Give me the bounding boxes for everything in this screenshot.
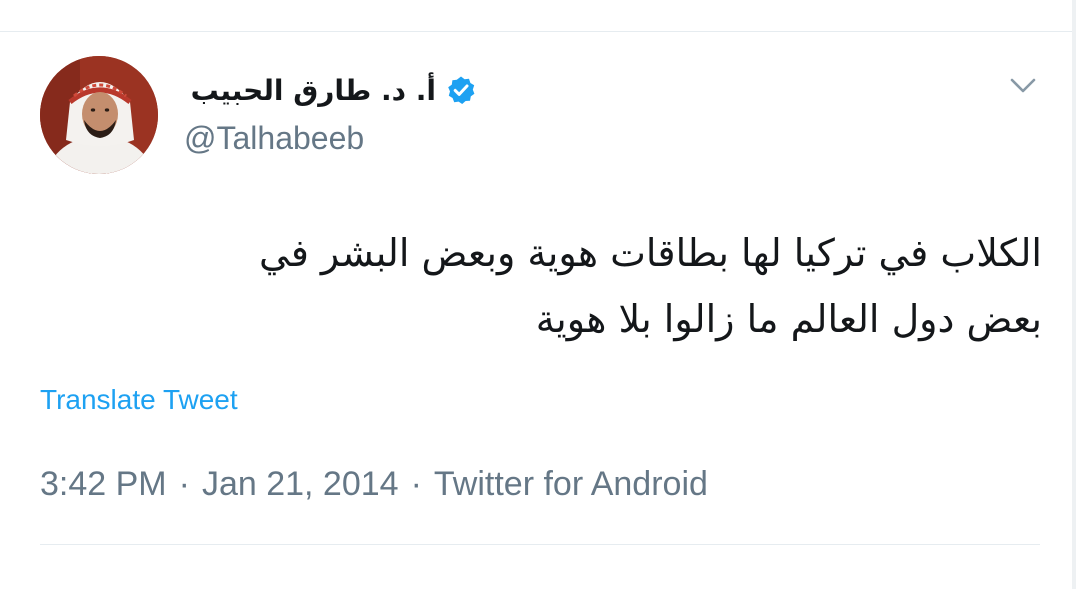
tweet-metadata: 3:42 PM · Jan 21, 2014 · Twitter for And… bbox=[40, 462, 708, 506]
top-divider bbox=[0, 31, 1076, 32]
bottom-divider bbox=[40, 544, 1040, 545]
tweet-text-line: بعض دول العالم ما زالوا بلا هوية bbox=[535, 297, 1042, 341]
avatar-photo bbox=[40, 56, 158, 174]
tweet-date[interactable]: Jan 21, 2014 bbox=[202, 465, 399, 504]
scroll-edge bbox=[1072, 0, 1076, 589]
tweet-source-link[interactable]: Twitter for Android bbox=[434, 465, 708, 504]
avatar[interactable] bbox=[40, 56, 158, 174]
display-name-row[interactable]: أ. د. طارق الحبيب bbox=[184, 68, 476, 112]
separator-dot: · bbox=[410, 464, 422, 503]
tweet-text-line: الكلاب في تركيا لها بطاقات هوية وبعض الب… bbox=[259, 231, 1042, 275]
verified-badge-icon bbox=[446, 75, 476, 105]
tweet-text: الكلاب في تركيا لها بطاقات هوية وبعض الب… bbox=[70, 220, 1042, 352]
display-name[interactable]: أ. د. طارق الحبيب bbox=[191, 74, 436, 107]
separator-dot: · bbox=[178, 464, 190, 503]
tweet-time[interactable]: 3:42 PM bbox=[40, 465, 167, 504]
chevron-down-icon[interactable] bbox=[1007, 72, 1039, 100]
translate-tweet-link[interactable]: Translate Tweet bbox=[40, 384, 238, 416]
author-handle[interactable]: @Talhabeeb bbox=[184, 120, 364, 157]
tweet-header: أ. د. طارق الحبيب @Talhabeeb bbox=[184, 68, 484, 168]
